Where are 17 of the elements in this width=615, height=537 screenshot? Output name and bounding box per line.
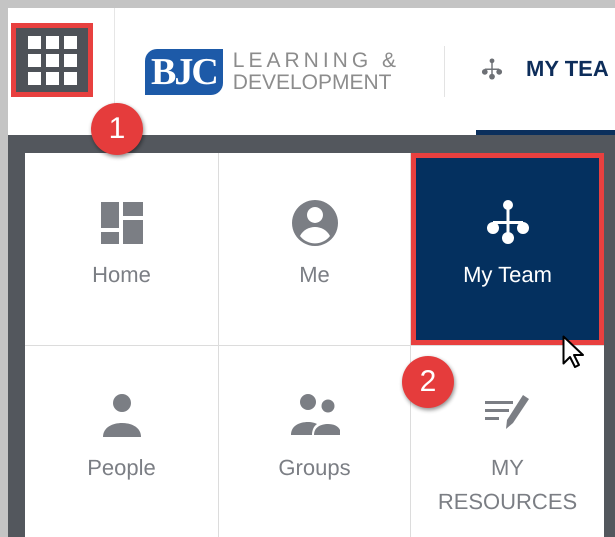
tile-label: Groups bbox=[278, 454, 351, 482]
tile-label: Home bbox=[92, 261, 151, 289]
menu-tile[interactable]: People bbox=[25, 346, 218, 537]
menu-tile[interactable]: Groups bbox=[219, 346, 410, 537]
logo-mark: BJC bbox=[145, 48, 223, 94]
tile-label: Me bbox=[299, 261, 330, 289]
tile-label: My Team bbox=[463, 261, 552, 289]
grid-icon bbox=[28, 36, 76, 84]
logo-text: LEARNING & bbox=[232, 50, 400, 72]
app-launcher-button[interactable] bbox=[11, 23, 93, 97]
tile-label: People bbox=[87, 454, 156, 482]
menu-tile[interactable]: Home bbox=[25, 153, 218, 345]
tile-label: MY RESOURCES bbox=[438, 454, 578, 516]
menu-tile[interactable]: Me bbox=[219, 153, 410, 345]
step-number-badge: 1 bbox=[91, 103, 143, 155]
logo-text: DEVELOPMENT bbox=[232, 72, 392, 94]
hierarchy-icon bbox=[480, 57, 504, 81]
